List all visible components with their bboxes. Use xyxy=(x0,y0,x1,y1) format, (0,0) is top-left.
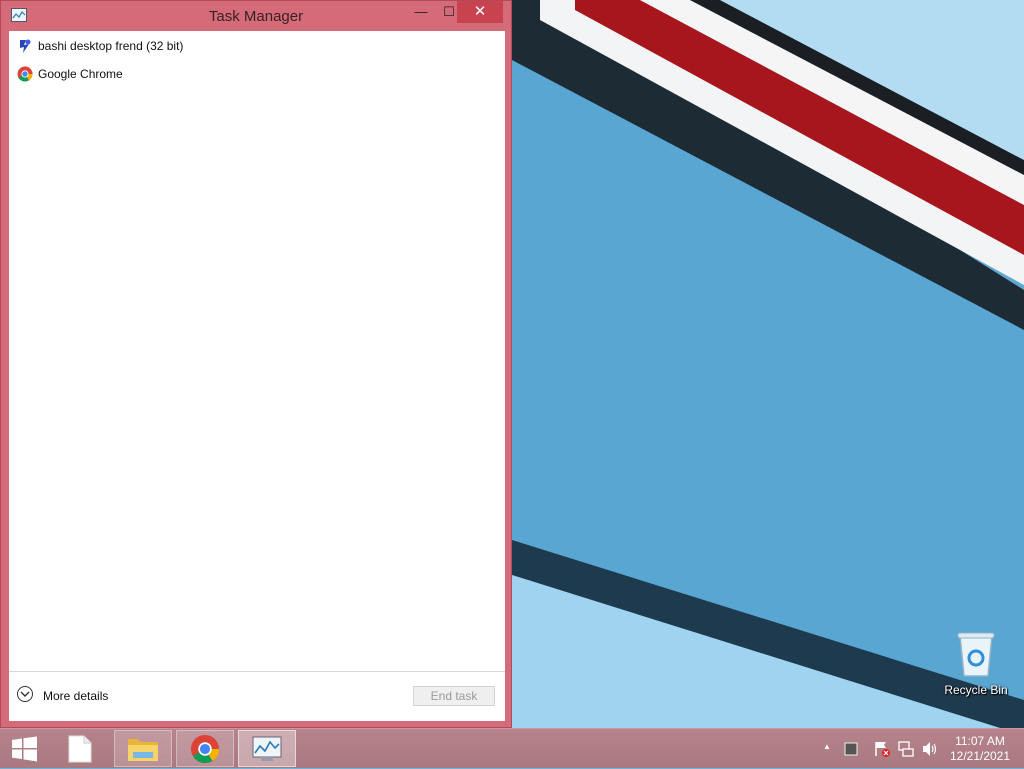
bashi-app-icon xyxy=(20,39,31,53)
network-icon xyxy=(898,741,914,757)
keyboard-icon xyxy=(844,742,858,756)
taskbar-google-chrome[interactable] xyxy=(176,730,234,767)
clock-time: 11:07 AM xyxy=(955,734,1005,748)
recycle-bin-label: Recycle Bin xyxy=(944,683,1008,697)
taskbar-file-explorer[interactable] xyxy=(114,730,172,767)
start-button[interactable] xyxy=(0,730,58,767)
taskbar-task-manager[interactable] xyxy=(238,730,296,767)
title-bar[interactable]: Task Manager — ☐ ✕ xyxy=(1,1,511,31)
clock-date: 12/21/2021 xyxy=(949,749,1011,763)
process-name: bashi desktop frend (32 bit) xyxy=(38,39,184,53)
footer-divider xyxy=(9,671,505,672)
close-button[interactable]: ✕ xyxy=(457,1,503,23)
show-hidden-icons-button[interactable]: ▲ xyxy=(820,729,834,769)
speaker-icon xyxy=(923,742,937,756)
tray-network[interactable] xyxy=(896,729,916,769)
blank-document-icon xyxy=(68,735,92,763)
end-task-button[interactable]: End task xyxy=(413,686,495,706)
action-center-flag-icon xyxy=(875,742,890,757)
caret-up-icon: ▲ xyxy=(823,742,831,751)
minimize-button[interactable]: — xyxy=(407,1,435,23)
process-row[interactable]: Google Chrome xyxy=(9,61,505,87)
process-row[interactable]: bashi desktop frend (32 bit) xyxy=(9,33,505,59)
tray-clock[interactable]: 11:07 AM 12/21/2021 xyxy=(940,734,1020,764)
tray-volume[interactable] xyxy=(920,729,940,769)
tray-input-indicator[interactable] xyxy=(842,729,860,769)
windows-start-icon xyxy=(12,736,37,762)
recycle-bin-shortcut[interactable]: Recycle Bin xyxy=(940,630,1012,700)
process-name: Google Chrome xyxy=(38,67,123,81)
chrome-icon xyxy=(17,66,33,82)
taskbar: ▲ 11:07 AM 12/21/2021 xyxy=(0,728,1024,768)
recycle-bin-icon xyxy=(957,632,995,677)
task-manager-window[interactable]: Task Manager — ☐ ✕ bashi desktop frend (… xyxy=(0,0,512,728)
tray-action-center[interactable] xyxy=(872,729,892,769)
more-details-label: More details xyxy=(43,689,109,703)
chrome-icon xyxy=(190,734,220,764)
taskbar-blank-document[interactable] xyxy=(52,730,110,767)
process-list-panel: bashi desktop frend (32 bit) Google Chro… xyxy=(9,31,505,721)
chevron-down-circle-icon xyxy=(17,686,33,702)
task-manager-icon xyxy=(252,736,282,761)
file-explorer-icon xyxy=(128,739,158,761)
